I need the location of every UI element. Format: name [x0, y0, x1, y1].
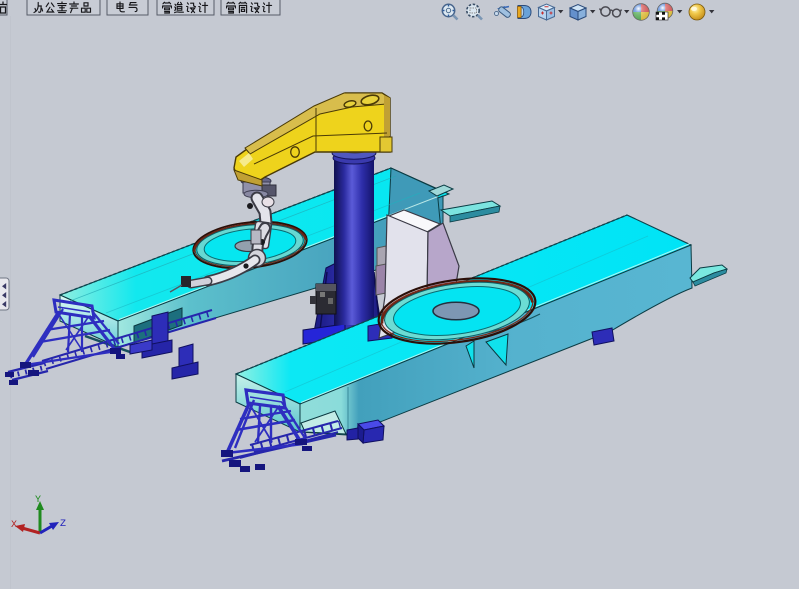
svg-text:Z: Z — [60, 519, 66, 530]
svg-text:Y: Y — [35, 495, 41, 506]
svg-text:X: X — [11, 520, 17, 531]
